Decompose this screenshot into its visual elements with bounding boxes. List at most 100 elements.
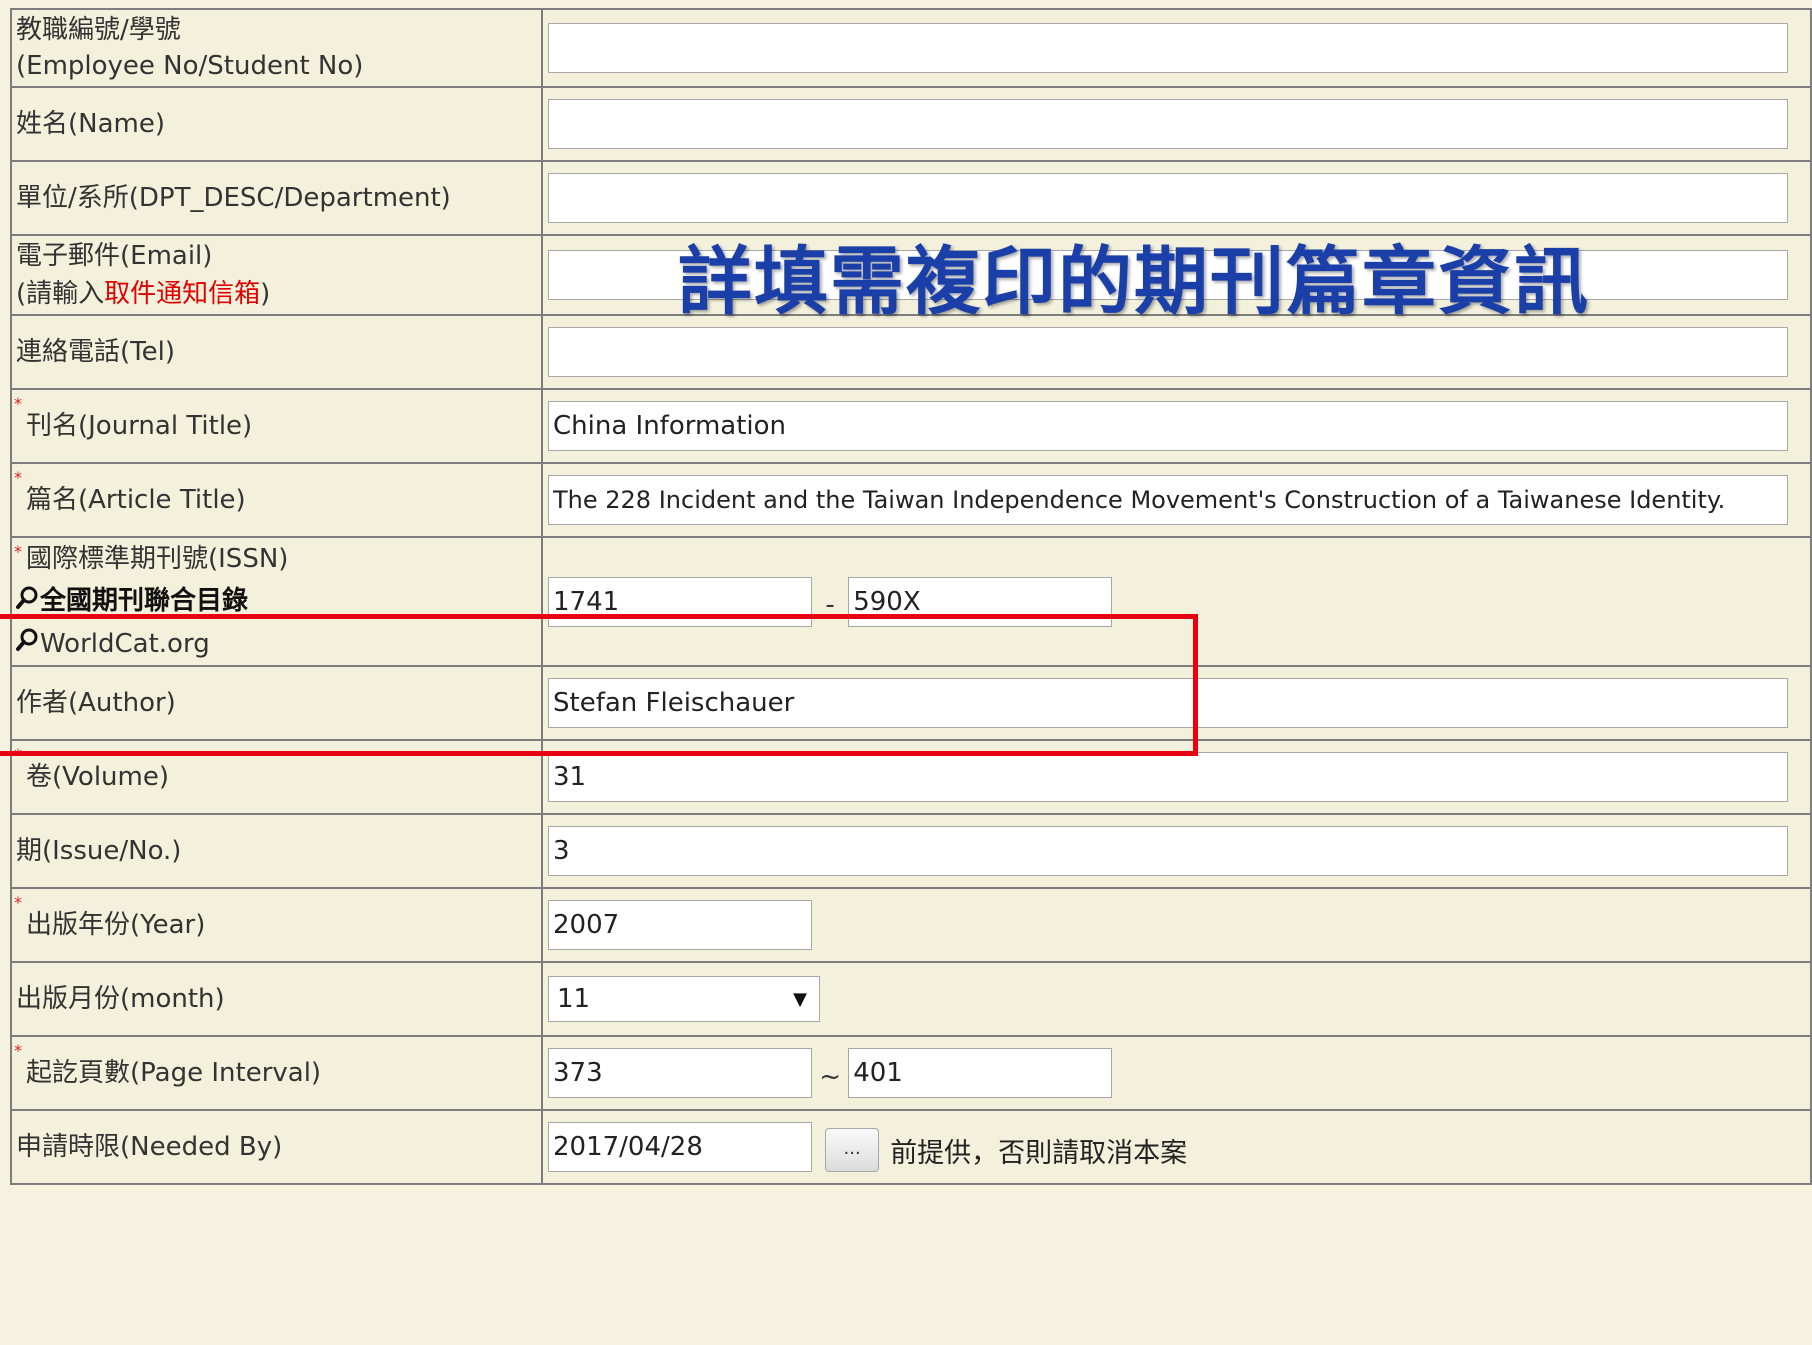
row-journal-title: * 刊名(Journal Title) [10, 388, 1812, 464]
label-cell: * 起訖頁數(Page Interval) [10, 1035, 543, 1111]
department-input[interactable] [548, 173, 1788, 223]
value-cell: - [541, 536, 1812, 667]
year-label: 出版年份(Year) [26, 910, 206, 940]
row-issn: * 國際標準期刊號(ISSN) 全國期刊聯合目錄 WorldCat.org - [10, 536, 1812, 667]
value-cell: ... 前提供，否則請取消本案 [541, 1109, 1812, 1185]
month-label: 出版月份(month) [16, 984, 225, 1014]
value-cell [541, 314, 1812, 390]
journal-title-label: 刊名(Journal Title) [26, 411, 253, 441]
name-input[interactable] [548, 99, 1788, 149]
row-volume: * 卷(Volume) [10, 739, 1812, 815]
author-label: 作者(Author) [16, 688, 176, 718]
article-title-label: 篇名(Article Title) [26, 485, 246, 515]
required-mark: * [14, 1041, 22, 1060]
date-picker-button[interactable]: ... [825, 1128, 880, 1173]
label-cell: * 刊名(Journal Title) [10, 388, 543, 464]
employee-no-label: 教職編號/學號 [16, 15, 181, 45]
value-cell [541, 160, 1812, 236]
label-cell: 連絡電話(Tel) [10, 314, 543, 390]
label-cell: * 篇名(Article Title) [10, 462, 543, 538]
volume-label: 卷(Volume) [26, 762, 169, 792]
label-cell: 作者(Author) [10, 665, 543, 741]
needed-by-note: 前提供，否則請取消本案 [890, 1137, 1188, 1169]
page-from-input[interactable] [548, 1048, 812, 1098]
row-author: 作者(Author) [10, 665, 1812, 741]
required-mark: * [14, 542, 22, 561]
magnifier-icon [16, 623, 38, 665]
email-label-sub: (請輸入取件通知信箱) [16, 275, 541, 313]
worldcat-label[interactable]: WorldCat.org [40, 629, 210, 659]
row-employee-no: 教職編號/學號 (Employee No/Student No) [10, 8, 1812, 88]
department-label: 單位/系所(DPT_DESC/Department) [16, 183, 451, 213]
article-title-input[interactable] [548, 475, 1788, 525]
email-hint-prefix: (請輸入 [16, 279, 105, 309]
needed-by-label: 申請時限(Needed By) [16, 1132, 283, 1162]
label-cell: 教職編號/學號 (Employee No/Student No) [10, 8, 543, 88]
row-article-title: * 篇名(Article Title) [10, 462, 1812, 538]
row-email: 電子郵件(Email) (請輸入取件通知信箱) [10, 234, 1812, 316]
label-cell: * 卷(Volume) [10, 739, 543, 815]
row-month: 出版月份(month) 11 ▼ [10, 961, 1812, 1037]
employee-no-label-sub: (Employee No/Student No) [16, 51, 364, 81]
required-mark: * [14, 394, 22, 413]
value-cell: ~ [541, 1035, 1812, 1111]
journal-title-input[interactable] [548, 401, 1788, 451]
row-year: * 出版年份(Year) [10, 887, 1812, 963]
value-cell [541, 813, 1812, 889]
page-to-input[interactable] [848, 1048, 1113, 1098]
national-union-catalog-label[interactable]: 全國期刊聯合目錄 [40, 586, 248, 616]
needed-by-input[interactable] [548, 1121, 812, 1172]
month-selected-value: 11 [557, 984, 591, 1014]
pages-label: 起訖頁數(Page Interval) [26, 1058, 322, 1088]
email-input[interactable] [548, 250, 1788, 300]
tel-label: 連絡電話(Tel) [16, 337, 175, 367]
tel-input[interactable] [548, 327, 1788, 377]
dropdown-arrow-icon: ▼ [793, 988, 807, 1010]
row-needed-by: 申請時限(Needed By) ... 前提供，否則請取消本案 [10, 1109, 1812, 1185]
email-label: 電子郵件(Email) [16, 241, 213, 271]
value-cell [541, 462, 1812, 538]
issn-label-group: 國際標準期刊號(ISSN) 全國期刊聯合目錄 WorldCat.org [16, 538, 541, 665]
email-hint-suffix: ) [260, 279, 271, 309]
name-label: 姓名(Name) [16, 109, 165, 139]
row-name: 姓名(Name) [10, 86, 1812, 162]
employee-no-input[interactable] [548, 23, 1788, 73]
row-pages: * 起訖頁數(Page Interval) ~ [10, 1035, 1812, 1111]
required-mark: * [14, 468, 22, 487]
email-hint-highlight: 取件通知信箱 [104, 279, 261, 309]
request-form: 教職編號/學號 (Employee No/Student No) 姓名(Name… [10, 8, 1812, 1185]
author-input[interactable] [548, 678, 1788, 728]
value-cell: 11 ▼ [541, 961, 1812, 1037]
issue-label: 期(Issue/No.) [16, 836, 182, 866]
issn-part2-input[interactable] [848, 576, 1113, 627]
row-tel: 連絡電話(Tel) [10, 314, 1812, 390]
required-mark: * [14, 893, 22, 912]
label-cell: 電子郵件(Email) (請輸入取件通知信箱) [10, 234, 543, 316]
value-cell [541, 665, 1812, 741]
row-issue: 期(Issue/No.) [10, 813, 1812, 889]
value-cell [541, 739, 1812, 815]
label-cell: * 出版年份(Year) [10, 887, 543, 963]
issn-label: 國際標準期刊號(ISSN) [26, 544, 289, 574]
value-cell [541, 234, 1812, 316]
label-cell: * 國際標準期刊號(ISSN) 全國期刊聯合目錄 WorldCat.org [10, 536, 543, 667]
label-cell: 姓名(Name) [10, 86, 543, 162]
label-cell: 單位/系所(DPT_DESC/Department) [10, 160, 543, 236]
issn-part1-input[interactable] [548, 576, 812, 627]
year-input[interactable] [548, 900, 812, 950]
label-cell: 出版月份(month) [10, 961, 543, 1037]
label-cell: 期(Issue/No.) [10, 813, 543, 889]
month-select[interactable]: 11 ▼ [548, 976, 820, 1022]
required-mark: * [14, 745, 22, 764]
volume-input[interactable] [548, 752, 1788, 802]
issue-input[interactable] [548, 826, 1788, 876]
value-cell [541, 8, 1812, 88]
value-cell [541, 388, 1812, 464]
national-union-catalog-link[interactable]: 全國期刊聯合目錄 [16, 580, 541, 623]
value-cell [541, 887, 1812, 963]
worldcat-link[interactable]: WorldCat.org [16, 623, 541, 666]
page-separator: ~ [819, 1061, 841, 1092]
magnifier-icon [16, 581, 38, 623]
value-cell [541, 86, 1812, 162]
issn-separator: - [825, 590, 835, 620]
